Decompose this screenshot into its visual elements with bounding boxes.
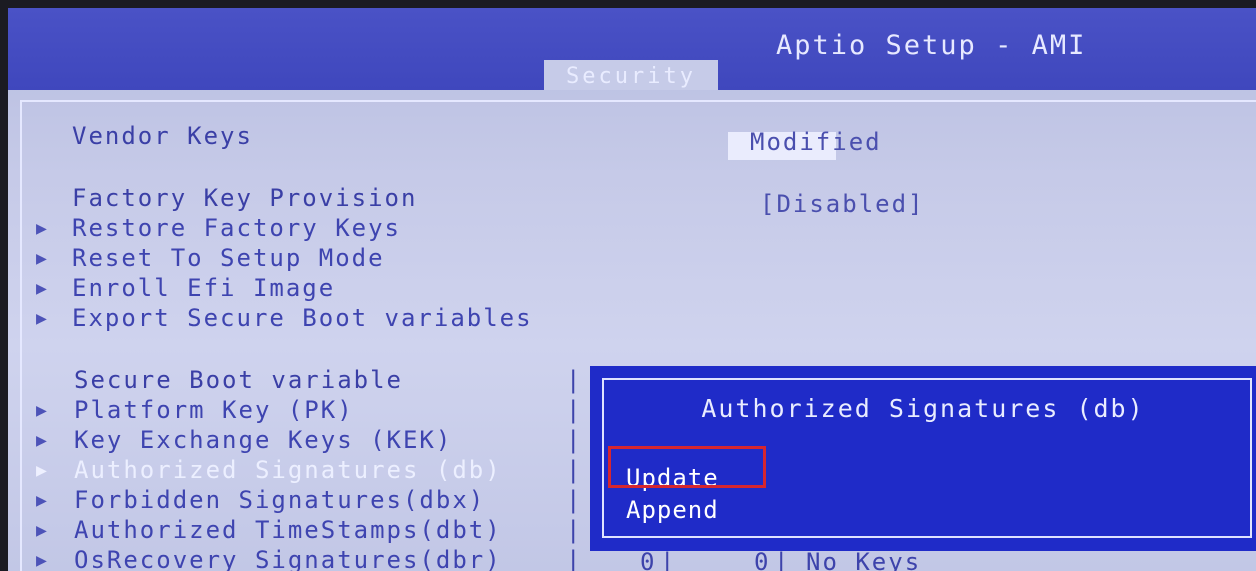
header-bar: Aptio Setup - AMI Security (8, 8, 1256, 90)
column-divider: | (566, 396, 581, 424)
column-divider: | (566, 486, 581, 514)
submenu-arrow-icon: ▶ (36, 400, 47, 421)
submenu-arrow-icon: ▶ (36, 308, 47, 329)
osrecovery-signatures-item[interactable]: OsRecovery Signatures(dbr) (74, 546, 502, 571)
key-exchange-keys-item[interactable]: Key Exchange Keys (KEK) (74, 426, 452, 454)
secure-boot-variable-heading: Secure Boot variable (74, 366, 403, 394)
enroll-efi-image-item[interactable]: Enroll Efi Image (72, 274, 335, 302)
column-divider: | (566, 426, 581, 454)
export-secure-boot-variables-item[interactable]: Export Secure Boot variables (72, 304, 533, 332)
column-divider: | (774, 548, 791, 571)
tab-security[interactable]: Security (544, 60, 718, 90)
key-count-1: 0 (640, 548, 657, 571)
column-divider: | (566, 516, 581, 544)
authorized-timestamps-item[interactable]: Authorized TimeStamps(dbt) (74, 516, 502, 544)
bios-screen: Aptio Setup - AMI Security Vendor Keys M… (8, 8, 1256, 571)
submenu-arrow-icon: ▶ (36, 520, 47, 541)
selection-highlight (608, 446, 766, 488)
window-title: Aptio Setup - AMI (776, 30, 1087, 61)
submenu-arrow-icon: ▶ (36, 460, 47, 481)
dialog-title: Authorized Signatures (db) (701, 394, 1145, 423)
platform-key-item[interactable]: Platform Key (PK) (74, 396, 354, 424)
key-count-2: 0 (754, 548, 771, 571)
option-append[interactable]: Append (626, 496, 719, 524)
submenu-arrow-icon: ▶ (36, 490, 47, 511)
reset-to-setup-mode-item[interactable]: Reset To Setup Mode (72, 244, 385, 272)
submenu-arrow-icon: ▶ (36, 550, 47, 571)
authorized-signatures-dialog: Authorized Signatures (db) Update Append (590, 366, 1256, 551)
authorized-signatures-item[interactable]: Authorized Signatures (db) (74, 456, 502, 484)
submenu-arrow-icon: ▶ (36, 218, 47, 239)
submenu-arrow-icon: ▶ (36, 430, 47, 451)
factory-key-provision-value[interactable]: [Disabled] (760, 190, 925, 218)
submenu-arrow-icon: ▶ (36, 278, 47, 299)
key-status: No Keys (806, 548, 922, 571)
vendor-keys-label: Vendor Keys (72, 122, 253, 150)
forbidden-signatures-item[interactable]: Forbidden Signatures(dbx) (74, 486, 485, 514)
column-divider: | (660, 548, 677, 571)
column-divider: | (566, 456, 581, 484)
column-divider: | (566, 366, 581, 394)
submenu-arrow-icon: ▶ (36, 248, 47, 269)
column-divider: | (566, 546, 581, 571)
factory-key-provision-label[interactable]: Factory Key Provision (72, 184, 417, 212)
vendor-keys-value: Modified (750, 128, 882, 156)
restore-factory-keys-item[interactable]: Restore Factory Keys (72, 214, 401, 242)
